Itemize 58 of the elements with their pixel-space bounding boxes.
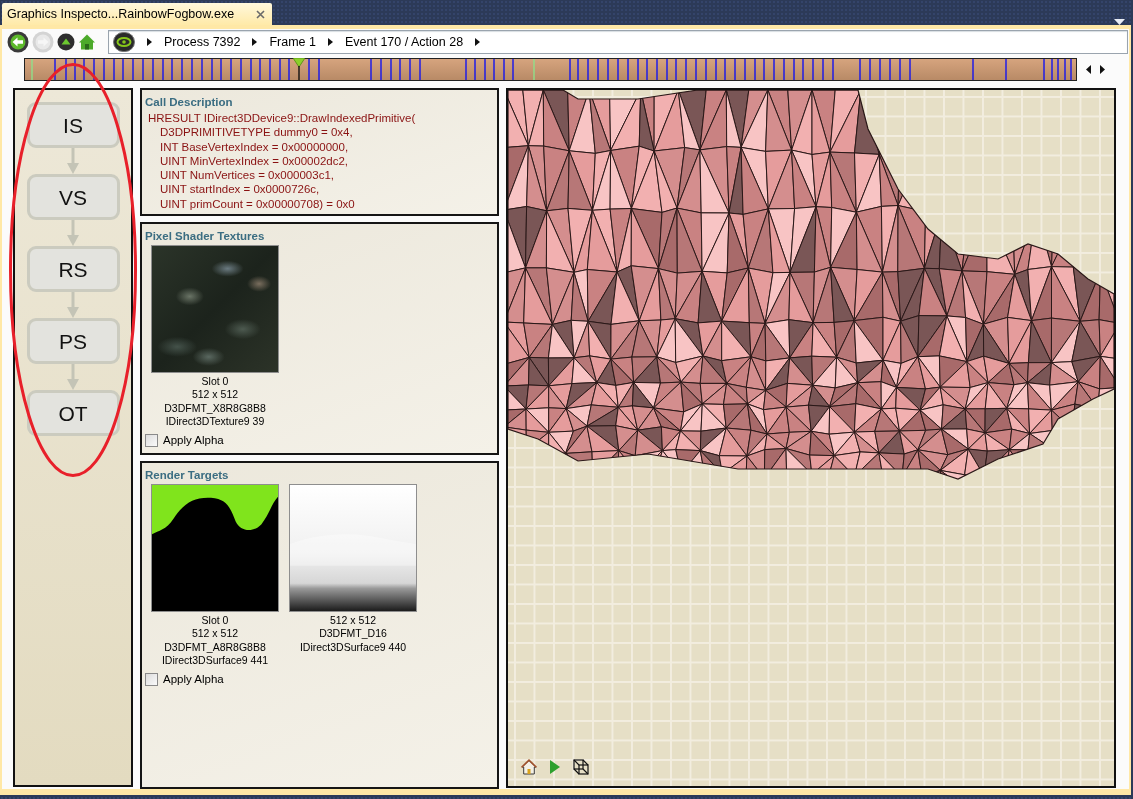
play-icon[interactable] <box>550 760 560 774</box>
pipeline-stage-button[interactable]: OT <box>26 390 120 436</box>
pipeline-stage-button[interactable]: VS <box>26 174 120 220</box>
format-label: D3DFMT_D16 <box>319 627 387 641</box>
size-label: 512 x 512 <box>329 614 377 628</box>
pipeline-arrow <box>67 148 79 174</box>
document-tab[interactable]: Graphics Inspecto...RainbowFogbow.exe <box>2 3 272 25</box>
slot-label: Slot 0 <box>201 614 229 628</box>
call-parameter: UINT primCount = 0x00000708) = 0x0 <box>159 196 356 212</box>
pipeline-arrow <box>67 292 79 318</box>
scroll-right-button[interactable] <box>1100 65 1105 74</box>
breadcrumb-arrow-icon[interactable] <box>475 38 481 46</box>
home-icon[interactable] <box>521 759 537 775</box>
breadcrumb-item[interactable]: Frame 1 <box>269 32 316 52</box>
call-signature: HRESULT IDirect3DDevice9::DrawIndexedPrimitive( <box>147 111 417 126</box>
format-label: D3DFMT_A8R8G8B8 <box>164 640 266 655</box>
back-button[interactable] <box>7 31 29 53</box>
pipeline-stage-button[interactable]: IS <box>26 102 120 148</box>
resource-label: IDirect3DTexture9 39 <box>165 415 265 429</box>
playhead-marker[interactable] <box>293 58 305 80</box>
call-parameter: INT BaseVertexIndex = 0x00000000, <box>159 139 350 154</box>
checkbox[interactable] <box>145 672 158 686</box>
timeline-track[interactable] <box>24 58 1077 81</box>
up-button[interactable] <box>57 33 75 51</box>
pipeline-stage-button[interactable]: PS <box>26 318 120 364</box>
call-parameter: UINT startIndex = 0x0000726c, <box>159 182 321 197</box>
breadcrumb-arrow-icon[interactable] <box>147 38 152 46</box>
call-parameter: UINT MinVertexIndex = 0x00002dc2, <box>159 153 350 169</box>
breadcrumb-item[interactable]: Event 170 / Action 28 <box>345 32 464 52</box>
right-triangle-icon <box>1100 65 1105 74</box>
call-parameter: D3DPRIMITIVETYPE dummy0 = 0x4, <box>159 125 354 140</box>
wireframe-cube-icon[interactable] <box>573 759 589 775</box>
pipeline-arrow <box>67 220 79 246</box>
logo-icon[interactable] <box>113 32 135 52</box>
breadcrumb-item[interactable]: Process 7392 <box>164 32 241 52</box>
home-button[interactable] <box>78 33 96 51</box>
checkbox-label[interactable]: Apply Alpha <box>163 431 224 449</box>
checkbox-label[interactable]: Apply Alpha <box>163 670 224 688</box>
resource-label: IDirect3DSurface9 441 <box>161 654 269 668</box>
home-icon <box>78 33 96 51</box>
call-parameter: UINT NumVertices = 0x000003c1, <box>159 168 335 183</box>
slot-label: Slot 0 <box>201 375 229 389</box>
panel-title: Render Targets <box>145 468 230 482</box>
scroll-left-button[interactable] <box>1086 65 1091 74</box>
left-triangle-icon <box>1086 65 1091 74</box>
breadcrumb-arrow-icon[interactable] <box>328 38 333 46</box>
panel-title: Pixel Shader Textures <box>145 229 266 243</box>
pipeline-stage-button[interactable]: RS <box>26 246 120 292</box>
resource-label: IDirect3DSurface9 440 <box>299 640 407 655</box>
size-label: 512 x 512 <box>191 627 239 641</box>
format-label: D3DFMT_X8R8G8B8 <box>164 401 266 416</box>
size-label: 512 x 512 <box>191 388 239 402</box>
breadcrumb-arrow-icon[interactable] <box>252 38 258 46</box>
checkbox[interactable] <box>145 433 158 447</box>
dropdown-button[interactable] <box>1114 19 1125 25</box>
close-icon[interactable] <box>256 9 265 19</box>
panel-title: Call Description <box>145 95 234 109</box>
pipeline-arrow <box>67 364 79 390</box>
